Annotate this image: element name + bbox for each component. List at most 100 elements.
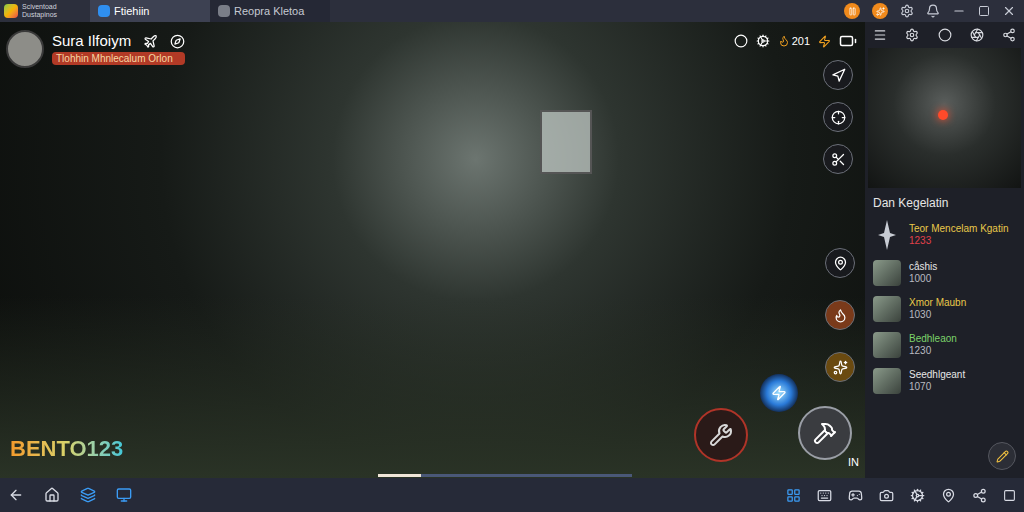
title-bar: SciventoadDustapinosFtiehiinReopra Kleto… (0, 0, 1024, 22)
status-hud: 201 (734, 32, 857, 50)
ranking-row[interactable]: cåshis1000 (873, 258, 1016, 288)
pencil-icon[interactable] (996, 450, 1009, 463)
magic-button[interactable] (760, 374, 798, 412)
cut-icon[interactable] (831, 152, 846, 167)
window-light (540, 110, 592, 174)
avatar-picture (873, 260, 901, 286)
navigate-button[interactable] (823, 60, 853, 90)
aperture-icon[interactable] (970, 28, 984, 42)
ranking-list: Teor Mencelam Kgatin1233 cåshis1000 Xmor M… (865, 218, 1024, 396)
maximize-icon[interactable] (978, 5, 990, 17)
ranking-row[interactable]: Seedhlgeant1070 (873, 366, 1016, 396)
entry-score: 1030 (909, 309, 966, 321)
share-icon[interactable] (972, 488, 987, 503)
emblem-icon (873, 218, 901, 252)
pin-button[interactable] (825, 248, 855, 278)
tab-icon (218, 5, 230, 17)
bell-icon[interactable] (926, 4, 940, 18)
entry-score: 1233 (909, 235, 1009, 247)
watermark: BENTO123 (10, 436, 123, 462)
location-icon[interactable] (941, 488, 956, 503)
pause-button[interactable] (844, 3, 860, 19)
entry-name: Xmor Maubn (909, 297, 966, 309)
weapon-button[interactable] (694, 408, 748, 462)
record-icon (734, 34, 748, 48)
player-name: Sura Ilfoiym (52, 32, 131, 50)
battery-icon (839, 32, 857, 50)
player-hud: Sura Ilfoiym Tlohhin Mhnlecalum Orlon (6, 30, 185, 68)
ranking-row[interactable]: Xmor Maubn1030 (873, 294, 1016, 324)
energy-icon (818, 35, 831, 48)
entry-name: Teor Mencelam Kgatin (909, 223, 1009, 235)
gear-icon[interactable] (900, 4, 914, 18)
keyboard-icon[interactable] (817, 488, 832, 503)
cog-icon[interactable] (910, 488, 925, 503)
entry-score: 1000 (909, 273, 937, 285)
back-icon[interactable] (8, 487, 24, 503)
fullscreen-icon[interactable] (1003, 489, 1016, 502)
logo-text: Sciventoad (22, 3, 57, 11)
edit-button[interactable] (988, 442, 1016, 470)
player-title: Tlohhin Mhnlecalum Orlon (52, 52, 185, 65)
home-icon[interactable] (44, 487, 60, 503)
pause-icon[interactable] (848, 7, 857, 16)
logo-icon (4, 4, 18, 18)
recent-apps-icon[interactable] (80, 487, 96, 503)
avatar-picture (873, 368, 901, 394)
corner-label: IN (848, 454, 859, 471)
tab-icon (98, 5, 110, 17)
fire-button[interactable] (825, 300, 855, 330)
counter: 201 (792, 33, 810, 50)
ranking-row[interactable]: Teor Mencelam Kgatin1233 (873, 218, 1016, 252)
app-logo: SciventoadDustapinos (0, 3, 90, 19)
camera-icon[interactable] (879, 488, 894, 503)
gamepad-icon[interactable] (848, 488, 863, 503)
compass-icon[interactable] (170, 34, 185, 49)
entry-score: 1230 (909, 345, 957, 357)
side-panel: Dan KegelatinTeor Mencelam Kgatin1233cås… (865, 22, 1024, 478)
boost-button[interactable] (872, 3, 888, 19)
multi-window-icon[interactable] (116, 487, 132, 503)
game-view[interactable]: Sura Ilfoiym Tlohhin Mhnlecalum Orlon 201 B… (0, 22, 865, 478)
entry-name: cåshis (909, 261, 937, 273)
entry-name: Bedhleaon (909, 333, 957, 345)
navigation-bar (0, 478, 1024, 512)
player-avatar[interactable] (6, 30, 44, 68)
skill-button[interactable] (825, 352, 855, 382)
progress-fill (378, 474, 421, 477)
target-icon[interactable] (831, 110, 846, 125)
skill-icon[interactable] (833, 360, 848, 375)
entry-name: Seedhlgeant (909, 369, 965, 381)
fire-icon[interactable] (833, 308, 848, 323)
grid-icon[interactable] (786, 488, 801, 503)
pin-icon[interactable] (833, 256, 848, 271)
navigate-icon[interactable] (831, 68, 846, 83)
close-icon[interactable] (1002, 4, 1016, 18)
panel-heading: Dan Kegelatin (865, 188, 1024, 218)
minimize-icon[interactable] (952, 4, 966, 18)
sparkle-icon[interactable] (876, 7, 885, 16)
player-marker (938, 110, 948, 120)
progress-bar (378, 474, 632, 477)
flame-icon (778, 35, 790, 47)
logo-text: Dustapinos (22, 11, 57, 19)
attack-button[interactable] (798, 406, 852, 460)
scene-picture (0, 22, 865, 478)
minimap[interactable] (868, 48, 1021, 188)
settings-icon[interactable] (905, 28, 919, 42)
entry-score: 1070 (909, 381, 965, 393)
share-icon[interactable] (1002, 28, 1016, 42)
cut-button[interactable] (823, 144, 853, 174)
ranking-row[interactable]: Bedhleaon1230 (873, 330, 1016, 360)
cog-icon (756, 34, 770, 48)
menu-icon[interactable] (873, 28, 887, 42)
plane-icon[interactable] (143, 34, 158, 49)
tab[interactable]: Reopra Kletoa (210, 0, 330, 22)
circle-icon[interactable] (938, 28, 952, 42)
weapon-icon[interactable] (709, 423, 733, 447)
tab[interactable]: Ftiehiin (90, 0, 210, 22)
avatar-picture (873, 296, 901, 322)
target-button[interactable] (823, 102, 853, 132)
lightning-icon[interactable] (771, 385, 787, 401)
attack-icon[interactable] (813, 421, 837, 445)
